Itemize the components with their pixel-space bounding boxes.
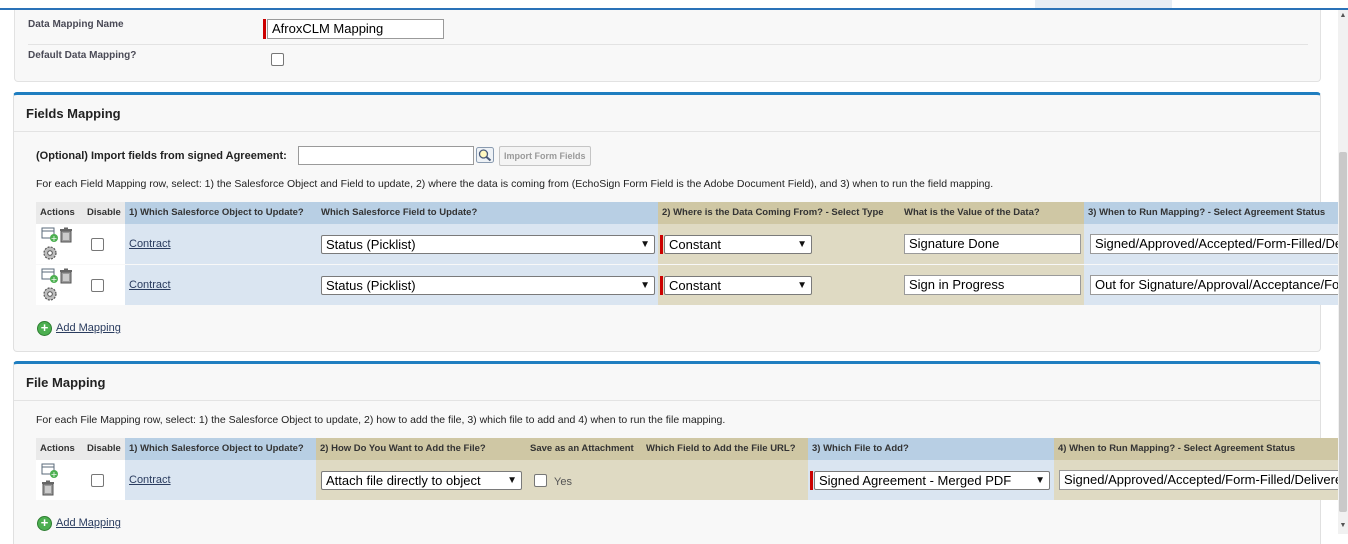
settings-gear-icon[interactable] (42, 245, 58, 264)
import-form-fields-button[interactable]: Import Form Fields (499, 146, 591, 166)
scrollbar-thumb[interactable] (1339, 152, 1347, 512)
lookup-search-icon[interactable] (476, 147, 494, 166)
salesforce-field-select[interactable]: Status (Picklist) ▼ (321, 235, 655, 254)
data-mapping-name-input[interactable]: AfroxCLM Mapping (267, 19, 444, 39)
col-run-when: 4) When to Run Mapping? - Select Agreeme… (1054, 438, 1340, 460)
chevron-down-icon: ▼ (1035, 475, 1045, 486)
disable-checkbox[interactable] (91, 238, 104, 251)
object-link[interactable]: Contract (129, 279, 171, 291)
col-disable: Disable (83, 438, 125, 460)
data-mapping-name-label: Data Mapping Name (28, 19, 124, 30)
file-mapping-header-divider (14, 400, 1320, 401)
salesforce-field-value: Status (Picklist) (326, 237, 416, 252)
source-type-select[interactable]: Constant ▼ (664, 235, 812, 254)
chevron-down-icon: ▼ (640, 280, 650, 291)
data-value-input[interactable]: Sign in Progress (904, 275, 1081, 295)
svg-text:+: + (51, 275, 58, 284)
file-mapping-title: File Mapping (26, 375, 106, 390)
import-fields-label: (Optional) Import fields from signed Agr… (36, 150, 287, 162)
col-run-when: 3) When to Run Mapping? - Select Agreeme… (1084, 202, 1340, 224)
col-salesforce-object: 1) Which Salesforce Object to Update? (125, 438, 316, 460)
add-file-method-select[interactable]: Attach file directly to object ▼ (321, 471, 522, 490)
delete-trash-icon[interactable] (59, 227, 73, 246)
add-mapping-plus-icon[interactable]: + (37, 516, 52, 531)
col-source-type: 2) Where is the Data Coming From? - Sele… (658, 202, 900, 224)
col-which-file: 3) Which File to Add? (808, 438, 1054, 460)
disable-checkbox[interactable] (91, 474, 104, 487)
col-salesforce-field: Which Salesforce Field to Update? (317, 202, 658, 224)
add-row-icon[interactable]: + (41, 227, 59, 246)
col-disable: Disable (83, 202, 125, 224)
salesforce-field-value: Status (Picklist) (326, 278, 416, 293)
svg-text:+: + (51, 470, 58, 479)
top-tab-highlight (1035, 0, 1172, 8)
run-status-input[interactable]: Signed/Approved/Accepted/Form-Filled/Del… (1090, 234, 1342, 254)
run-status-input[interactable]: Out for Signature/Approval/Acceptance/Fo… (1090, 275, 1342, 295)
add-field-mapping-link[interactable]: Add Mapping (56, 322, 121, 334)
source-type-value: Constant (669, 237, 722, 252)
run-status-input[interactable]: Signed/Approved/Accepted/Form-Filled/Del… (1059, 470, 1342, 490)
which-file-value: Signed Agreement - Merged PDF (819, 473, 1012, 488)
svg-text:+: + (51, 234, 58, 243)
object-link[interactable]: Contract (129, 238, 171, 250)
data-value-input[interactable]: Signature Done (904, 234, 1081, 254)
delete-trash-icon[interactable] (59, 268, 73, 287)
disable-checkbox[interactable] (91, 279, 104, 292)
default-data-mapping-checkbox[interactable] (271, 53, 284, 66)
save-attachment-label: Yes (554, 476, 572, 488)
col-salesforce-object: 1) Which Salesforce Object to Update? (125, 202, 317, 224)
chevron-down-icon: ▼ (797, 239, 807, 250)
scroll-up-icon[interactable]: ▲ (1338, 12, 1348, 19)
source-type-select[interactable]: Constant ▼ (664, 276, 812, 295)
chevron-down-icon: ▼ (797, 280, 807, 291)
delete-trash-icon[interactable] (41, 480, 55, 499)
add-row-icon[interactable]: + (41, 268, 59, 287)
default-data-mapping-label: Default Data Mapping? (28, 50, 137, 61)
add-file-method-value: Attach file directly to object (326, 473, 481, 488)
salesforce-field-select[interactable]: Status (Picklist) ▼ (321, 276, 655, 295)
scroll-down-icon[interactable]: ▼ (1338, 522, 1348, 529)
vertical-scrollbar[interactable]: ▲ ▼ (1338, 10, 1348, 534)
col-actions: Actions (36, 438, 83, 460)
col-add-method: 2) How Do You Want to Add the File? (316, 438, 526, 460)
fields-mapping-help: For each Field Mapping row, select: 1) t… (36, 178, 994, 190)
add-file-mapping-link[interactable]: Add Mapping (56, 517, 121, 529)
col-actions: Actions (36, 202, 83, 224)
add-mapping-plus-icon[interactable]: + (37, 321, 52, 336)
object-link[interactable]: Contract (129, 474, 171, 486)
col-save-attachment: Save as an Attachment (526, 438, 642, 460)
file-mapping-help: For each File Mapping row, select: 1) th… (36, 414, 726, 426)
save-attachment-checkbox[interactable] (534, 474, 547, 487)
chevron-down-icon: ▼ (640, 239, 650, 250)
settings-gear-icon[interactable] (42, 286, 58, 305)
fields-mapping-title: Fields Mapping (26, 106, 121, 121)
general-info-section (14, 10, 1321, 82)
info-divider (28, 44, 1308, 45)
fields-mapping-header-divider (14, 131, 1320, 132)
source-type-value: Constant (669, 278, 722, 293)
col-url-field: Which Field to Add the File URL? (642, 438, 808, 460)
which-file-select[interactable]: Signed Agreement - Merged PDF ▼ (814, 471, 1050, 490)
required-indicator (660, 276, 663, 295)
col-data-value: What is the Value of the Data? (900, 202, 1084, 224)
import-agreement-input[interactable] (298, 146, 474, 165)
required-indicator (263, 19, 266, 39)
chevron-down-icon: ▼ (507, 475, 517, 486)
required-indicator (660, 235, 663, 254)
required-indicator (810, 471, 813, 490)
